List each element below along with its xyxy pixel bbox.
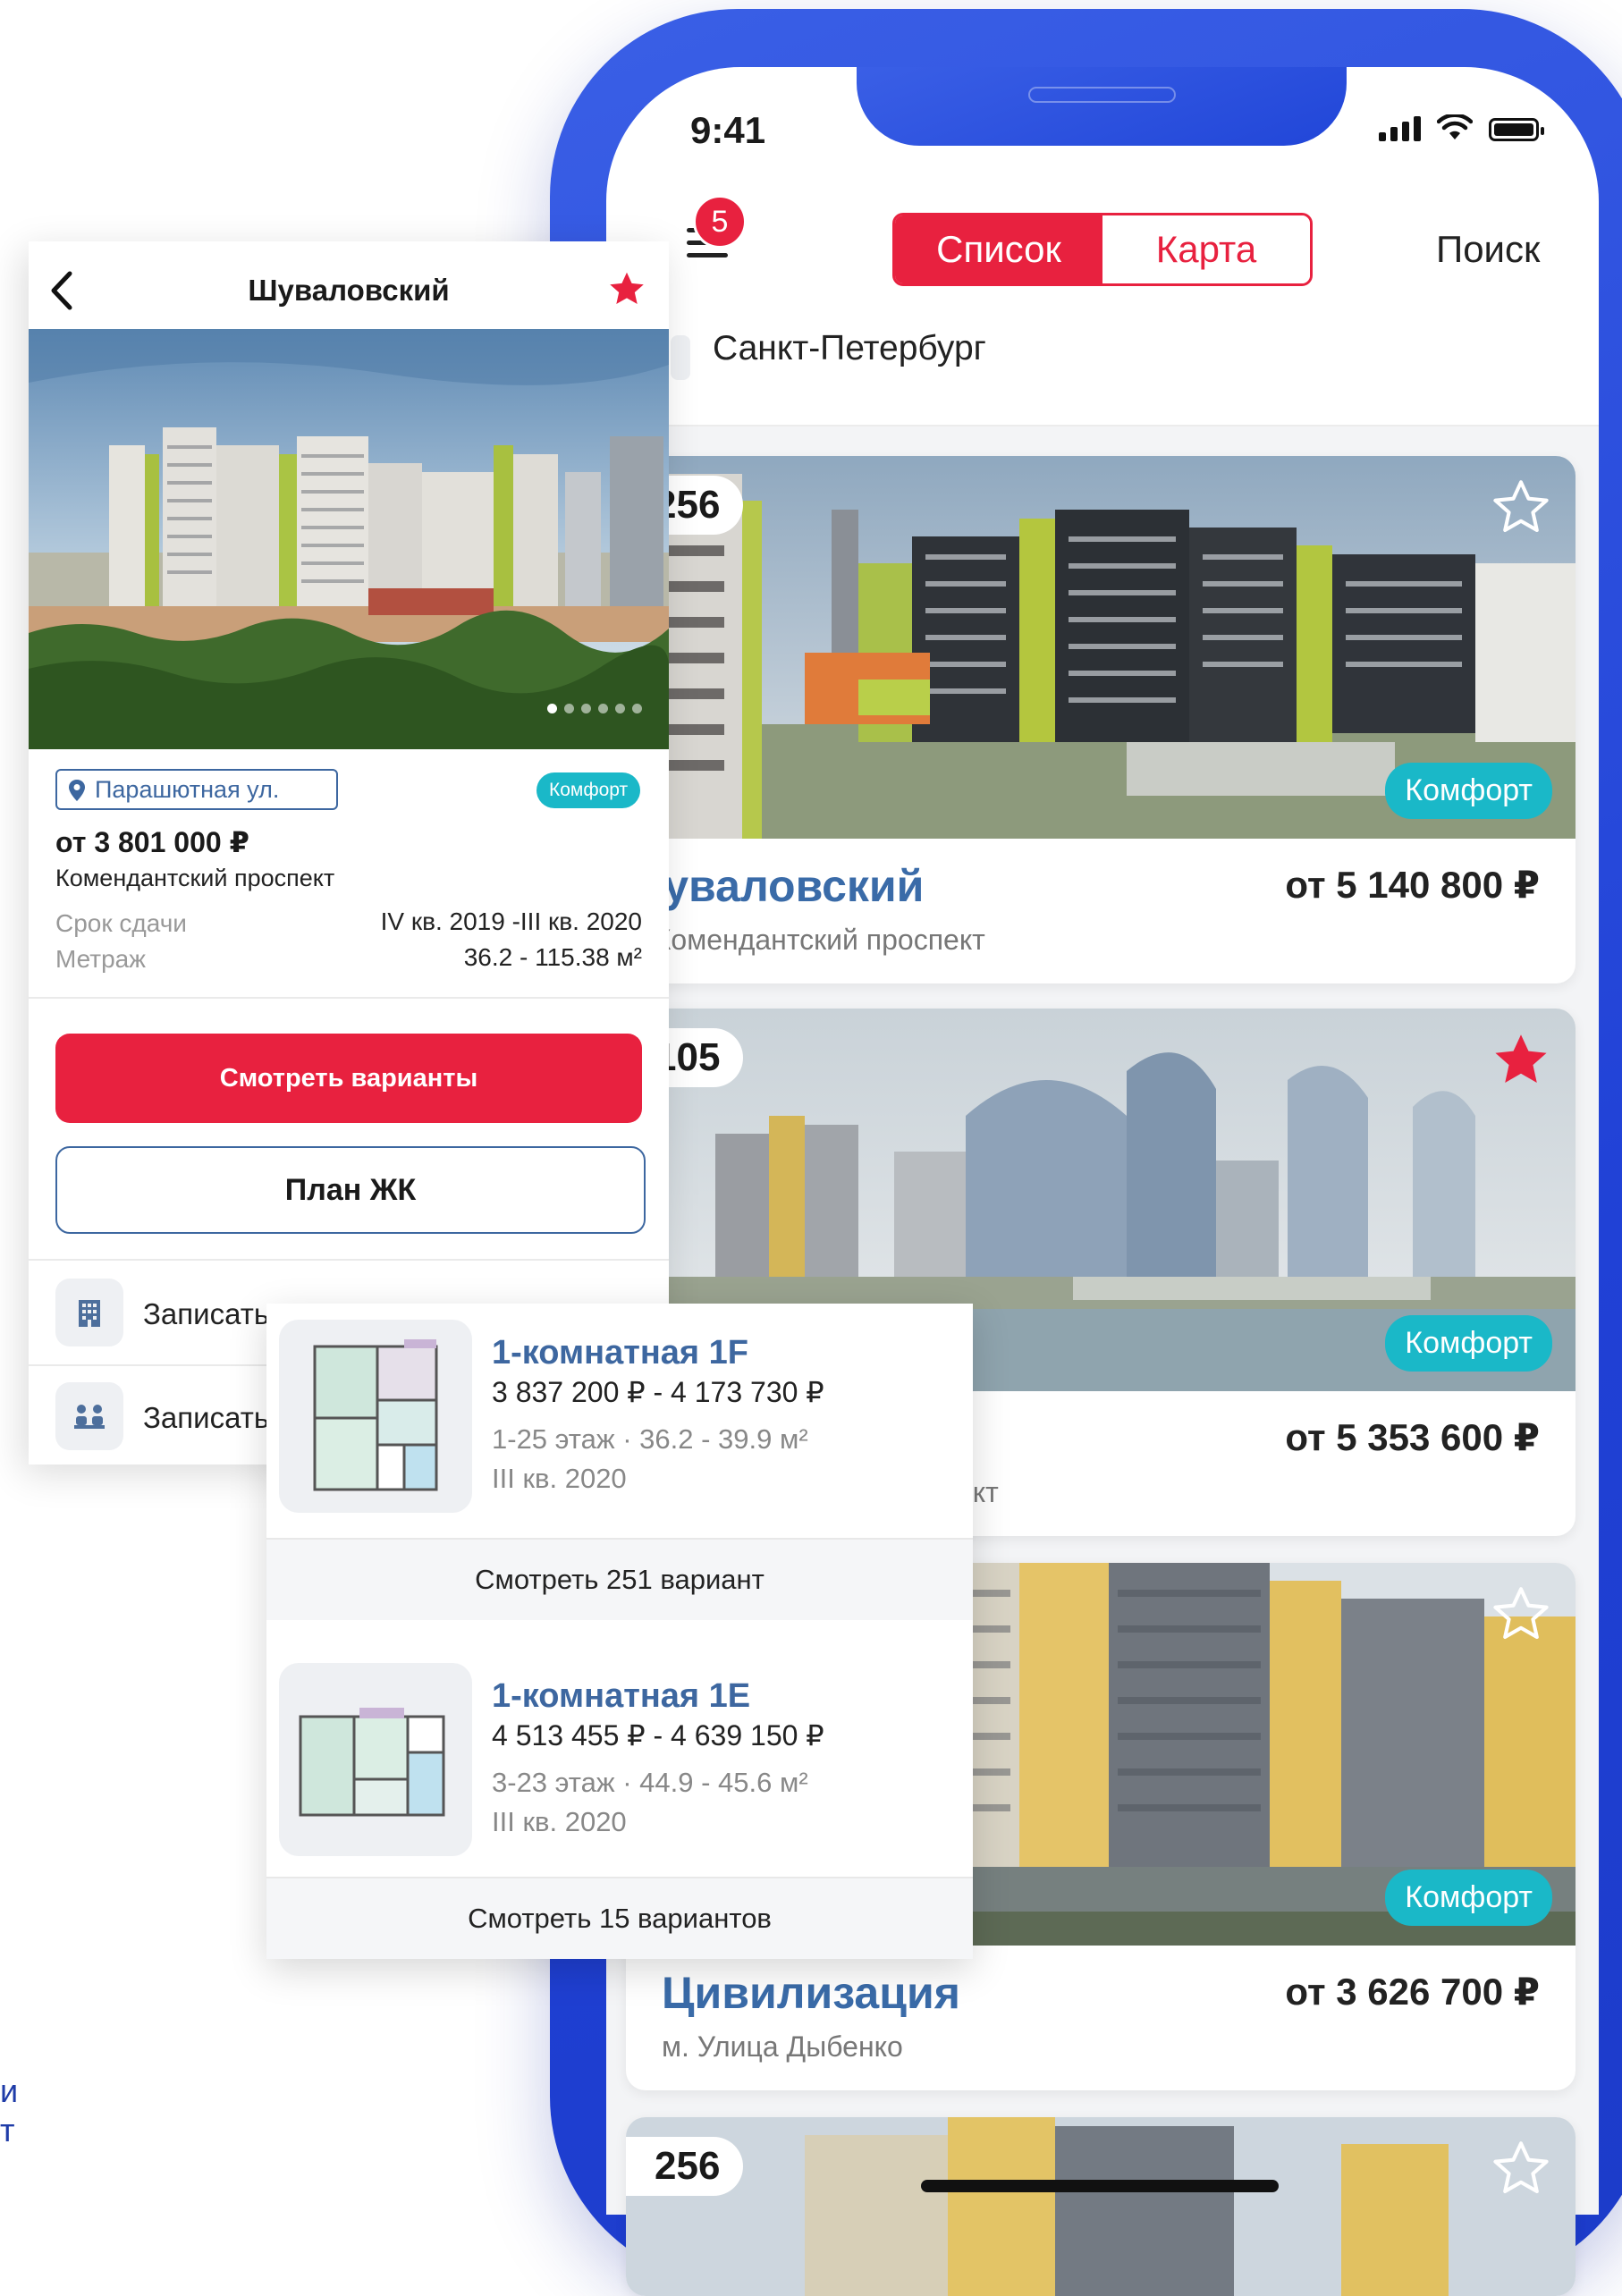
listing-metro: м. Комендантский проспект: [626, 924, 985, 956]
floorplan-thumbnail[interactable]: [279, 1663, 472, 1856]
detail-photo-gallery[interactable]: [29, 329, 669, 749]
favorite-star-icon[interactable]: [1490, 1028, 1552, 1091]
favorite-star-icon[interactable]: [606, 268, 647, 309]
comfort-class-badge: Комфорт: [1385, 763, 1552, 819]
listing-price: от 5 353 600 ₽: [1285, 1416, 1540, 1458]
favorite-star-icon[interactable]: [1490, 2137, 1552, 2199]
building-icon: [55, 1279, 123, 1346]
status-time: 9:41: [690, 109, 766, 151]
address-text: Парашютная ул.: [95, 776, 280, 803]
header-divider: [606, 425, 1599, 426]
tab-list[interactable]: Список: [895, 215, 1102, 283]
apartment-price: 4 513 455 ₽ - 4 639 150 ₽: [492, 1719, 824, 1752]
detail-price: от 3 801 000 ₽: [55, 826, 249, 858]
listing-metro: м. Улица Дыбенко: [662, 2030, 903, 2063]
action-signup-visit[interactable]: Записать: [143, 1297, 269, 1331]
comfort-class-badge: Комфорт: [1385, 1870, 1552, 1926]
view-variants-button[interactable]: Смотреть 251 вариант: [266, 1538, 973, 1620]
listing-photo[interactable]: 256: [626, 2117, 1576, 2296]
cropped-caption-line: т: [0, 2112, 15, 2148]
detail-metro: Комендантский проспект: [55, 865, 335, 891]
offers-count-badge: 256: [626, 2137, 744, 2196]
area-value: 36.2 - 115.38 м²: [463, 943, 642, 971]
apartment-floors-area: 3-23 этаж · 44.9 - 45.6 м²: [492, 1767, 808, 1798]
complex-detail-panel: Шуваловский Парашютная ул. Комфорт от 3 …: [29, 241, 669, 1465]
view-variants-button[interactable]: Смотреть 15 вариантов: [266, 1877, 973, 1959]
comfort-class-badge: Комфорт: [1385, 1315, 1552, 1372]
address-tag[interactable]: Парашютная ул.: [55, 769, 338, 810]
listing-photo[interactable]: 256 Комфорт: [626, 456, 1576, 839]
listing-name: Шуваловский: [626, 861, 925, 911]
apartment-quarter: III кв. 2020: [492, 1463, 627, 1494]
listing-price: от 3 626 700 ₽: [1285, 1971, 1540, 2013]
floorplan-thumbnail[interactable]: [279, 1320, 472, 1513]
view-toggle[interactable]: Список Карта: [892, 213, 1313, 286]
apartment-name[interactable]: 1-комнатная 1F: [492, 1334, 748, 1372]
apartment-price: 3 837 200 ₽ - 4 173 730 ₽: [492, 1376, 824, 1408]
city-selector[interactable]: Санкт-Петербург: [713, 329, 986, 368]
meeting-icon: [55, 1382, 123, 1450]
handover-label: Срок сдачи: [55, 909, 187, 937]
notification-badge: 5: [693, 195, 747, 249]
listing-card[interactable]: 256: [626, 2117, 1576, 2296]
complex-plan-button[interactable]: План ЖК: [55, 1146, 646, 1234]
apartment-list-panel: 1-комнатная 1F 3 837 200 ₽ - 4 173 730 ₽…: [266, 1304, 973, 1959]
home-indicator[interactable]: [921, 2180, 1279, 2192]
comfort-class-badge: Комфорт: [536, 772, 641, 808]
favorite-star-icon[interactable]: [1490, 476, 1552, 538]
action-signup-meeting[interactable]: Записать: [143, 1401, 269, 1435]
view-options-button[interactable]: Смотреть варианты: [55, 1034, 642, 1123]
handover-value: IV кв. 2019 -III кв. 2020: [380, 907, 642, 935]
speaker-grille: [1028, 87, 1176, 103]
status-icons: [1379, 114, 1544, 141]
cropped-caption-line: и: [0, 2072, 19, 2109]
listing-price: от 5 140 800 ₽: [1285, 864, 1540, 906]
signal-icon: [1379, 114, 1421, 141]
divider: [29, 1259, 669, 1261]
detail-title: Шуваловский: [248, 274, 450, 307]
apartment-name[interactable]: 1-комнатная 1E: [492, 1677, 750, 1716]
apartment-floors-area: 1-25 этаж · 36.2 - 39.9 м²: [492, 1423, 808, 1455]
phone-notch: [857, 67, 1347, 146]
gallery-pagination: [547, 704, 642, 713]
location-pin-icon: [69, 780, 85, 801]
battery-icon: [1489, 118, 1544, 141]
listing-name: Цивилизация: [662, 1968, 960, 2018]
city-chip-edge: [671, 335, 690, 380]
search-button[interactable]: Поиск: [1436, 228, 1540, 271]
wifi-icon: [1437, 114, 1473, 139]
apartment-quarter: III кв. 2020: [492, 1806, 627, 1837]
area-label: Метраж: [55, 945, 146, 973]
divider: [29, 997, 669, 999]
favorite-star-icon[interactable]: [1490, 1583, 1552, 1645]
listing-card[interactable]: 256 Комфорт Шуваловский м. Комендантский…: [626, 456, 1576, 983]
tab-map[interactable]: Карта: [1102, 215, 1310, 283]
